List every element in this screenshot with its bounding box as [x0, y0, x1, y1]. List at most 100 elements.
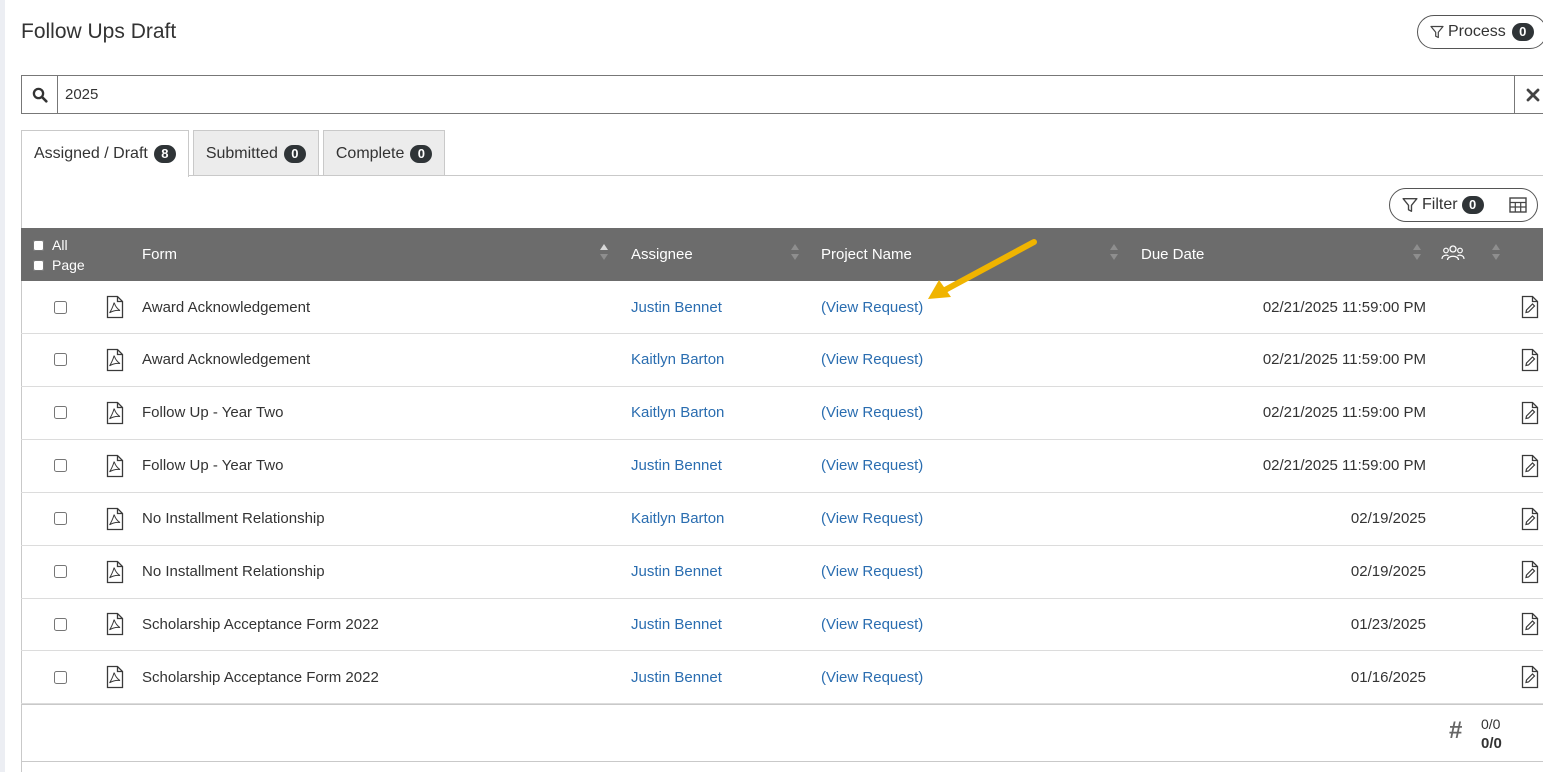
pager-count-top: 0/0 [1481, 716, 1501, 732]
table-row: Follow Up - Year Two Kaitlyn Barton (Vie… [21, 387, 1543, 440]
tab-count-badge: 0 [410, 144, 433, 163]
due-date: 02/21/2025 11:59:00 PM [1262, 457, 1426, 475]
process-label: Process [1448, 23, 1506, 40]
sort-icon[interactable] [1412, 242, 1422, 262]
due-date: 02/19/2025 [1350, 563, 1426, 580]
filter-label: Filter [1422, 196, 1458, 213]
pdf-file-icon[interactable] [106, 334, 124, 386]
column-header-project-name[interactable]: Project Name [821, 228, 912, 281]
pdf-file-icon[interactable] [106, 493, 124, 545]
pdf-file-icon[interactable] [106, 598, 124, 650]
sort-icon[interactable] [1491, 242, 1501, 262]
table-footer: # 0/0 0/0 [21, 704, 1543, 762]
process-count-badge: 0 [1511, 23, 1534, 41]
filter-button[interactable]: Filter 0 [1389, 188, 1538, 222]
table-row: Award Acknowledgement Kaitlyn Barton (Vi… [21, 334, 1543, 387]
table-columns-icon[interactable] [1509, 197, 1527, 213]
row-checkbox[interactable] [54, 406, 67, 420]
form-name: Award Acknowledgement [142, 351, 311, 369]
column-header-due-date[interactable]: Due Date [1141, 228, 1204, 281]
due-date: 02/21/2025 11:59:00 PM [1262, 298, 1426, 316]
edit-form-icon[interactable] [1521, 598, 1539, 650]
row-select [54, 387, 67, 439]
row-select [54, 598, 67, 650]
process-button[interactable]: Process 0 [1417, 15, 1543, 49]
edit-form-icon[interactable] [1521, 440, 1539, 492]
pdf-file-icon[interactable] [106, 546, 124, 598]
row-checkbox[interactable] [54, 353, 67, 367]
pdf-file-icon[interactable] [106, 440, 124, 492]
tab-label: Submitted [205, 144, 278, 162]
row-select [54, 546, 67, 598]
select-all-label: All [52, 237, 68, 253]
tab-complete[interactable]: Complete 0 [322, 130, 446, 176]
view-request-link[interactable]: (View Request) [821, 440, 923, 492]
select-page[interactable]: Page [33, 255, 85, 275]
view-request-link[interactable]: (View Request) [821, 651, 923, 703]
row-checkbox[interactable] [54, 670, 67, 684]
assignee-link[interactable]: Kaitlyn Barton [631, 387, 724, 439]
view-request-link[interactable]: (View Request) [821, 493, 923, 545]
form-name: Follow Up - Year Two [142, 404, 284, 422]
filter-count-badge: 0 [1461, 196, 1484, 214]
view-request-link[interactable]: (View Request) [821, 546, 923, 598]
view-request-link[interactable]: (View Request) [821, 334, 923, 386]
pdf-file-icon[interactable] [106, 281, 124, 333]
assignee-link[interactable]: Justin Bennet [631, 651, 722, 703]
clear-search-icon[interactable] [1514, 76, 1543, 113]
page-title: Follow Ups Draft [21, 20, 177, 43]
tab-count-badge: 0 [283, 144, 306, 163]
edit-form-icon[interactable] [1521, 281, 1539, 333]
edit-form-icon[interactable] [1521, 651, 1539, 703]
edit-form-icon[interactable] [1521, 546, 1539, 598]
row-checkbox[interactable] [54, 617, 67, 631]
assignee-link[interactable]: Justin Bennet [631, 281, 722, 333]
assignee-link[interactable]: Justin Bennet [631, 440, 722, 492]
select-all[interactable]: All [33, 235, 85, 255]
pdf-file-icon[interactable] [106, 651, 124, 703]
row-checkbox[interactable] [54, 512, 67, 526]
tab-assigned-draft[interactable]: Assigned / Draft 8 [21, 130, 189, 177]
edit-form-icon[interactable] [1521, 387, 1539, 439]
edit-form-icon[interactable] [1521, 334, 1539, 386]
sort-asc-icon[interactable] [599, 242, 609, 262]
sort-icon[interactable] [790, 242, 800, 262]
edit-form-icon[interactable] [1521, 493, 1539, 545]
form-name: No Installment Relationship [142, 563, 325, 580]
due-date: 01/23/2025 [1350, 615, 1426, 633]
row-select [54, 281, 67, 333]
form-name: Scholarship Acceptance Form 2022 [142, 668, 379, 686]
tab-submitted[interactable]: Submitted 0 [192, 130, 319, 176]
select-all-checkbox[interactable] [33, 239, 44, 251]
form-name: Award Acknowledgement [142, 298, 311, 316]
table-row: No Installment Relationship Justin Benne… [21, 546, 1543, 599]
row-select [54, 440, 67, 492]
assignee-link[interactable]: Kaitlyn Barton [631, 493, 724, 545]
pdf-file-icon[interactable] [106, 387, 124, 439]
funnel-icon [1430, 25, 1444, 39]
assignee-link[interactable]: Justin Bennet [631, 598, 722, 650]
assignee-link[interactable]: Kaitlyn Barton [631, 334, 724, 386]
table-row: Follow Up - Year Two Justin Bennet (View… [21, 440, 1543, 493]
tab-label: Complete [335, 144, 405, 162]
row-checkbox[interactable] [54, 459, 67, 473]
view-request-link[interactable]: (View Request) [821, 387, 923, 439]
due-date: 02/19/2025 [1350, 510, 1426, 528]
view-request-link[interactable]: (View Request) [821, 598, 923, 650]
row-select [54, 334, 67, 386]
select-page-checkbox[interactable] [33, 259, 44, 271]
column-header-assignee[interactable]: Assignee [631, 228, 693, 281]
table-row: Scholarship Acceptance Form 2022 Justin … [21, 651, 1543, 705]
assignee-link[interactable]: Justin Bennet [631, 546, 722, 598]
row-checkbox[interactable] [54, 565, 67, 578]
form-name: Follow Up - Year Two [142, 457, 284, 475]
sort-icon[interactable] [1109, 242, 1119, 262]
status-tabs: Assigned / Draft 8 Submitted 0 Complete … [21, 130, 449, 177]
view-request-link[interactable]: (View Request) [821, 281, 923, 333]
row-checkbox[interactable] [54, 300, 67, 314]
column-header-form[interactable]: Form [142, 228, 177, 281]
search-input[interactable] [58, 76, 1514, 113]
due-date: 01/16/2025 [1350, 668, 1426, 686]
search-icon[interactable] [22, 76, 58, 113]
left-edge-strip [0, 0, 5, 772]
